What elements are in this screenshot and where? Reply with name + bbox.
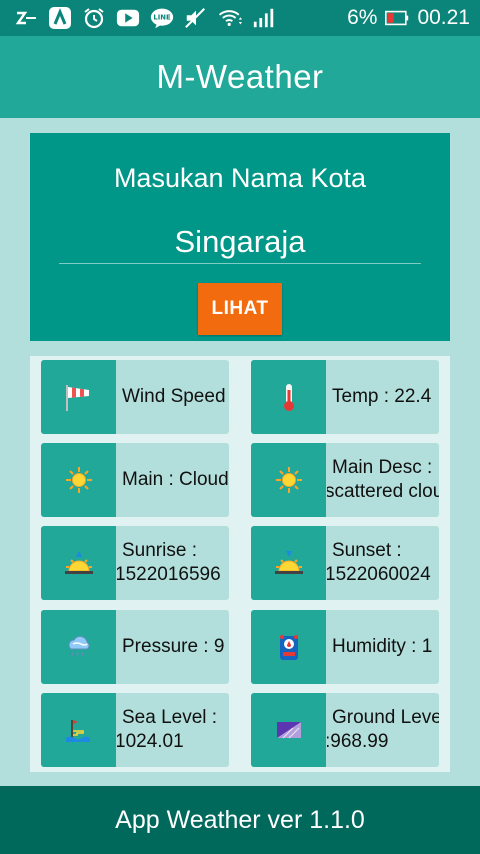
pressure-text: Pressure : 9 bbox=[122, 636, 225, 657]
sea-level-value: 1024.01 bbox=[117, 731, 184, 752]
ground-level-value: :968.99 bbox=[327, 731, 389, 752]
main-desc-label: Main Desc : bbox=[332, 457, 433, 478]
ground-level-label: Ground Level bbox=[332, 707, 439, 728]
card-humidity: Humidity : 1 bbox=[251, 610, 439, 684]
search-panel: Masukan Nama Kota LIHAT bbox=[30, 133, 450, 341]
status-bar: LINE 6% 00.21 bbox=[0, 0, 480, 36]
signal-icon bbox=[252, 6, 276, 30]
wind-speed-text: Wind Speed : bbox=[122, 386, 229, 407]
battery-icon bbox=[385, 6, 409, 30]
temp-text: Temp : 22.4 bbox=[332, 386, 432, 407]
card-pressure: Pressure : 9 bbox=[41, 610, 229, 684]
thermometer-icon bbox=[251, 360, 326, 434]
app-title: M-Weather bbox=[156, 58, 324, 95]
city-prompt: Masukan Nama Kota bbox=[113, 163, 367, 193]
sunset-label: Sunset : bbox=[332, 540, 402, 561]
card-temp: Temp : 22.4 bbox=[251, 360, 439, 434]
card-wind-speed: Wind Speed : bbox=[41, 360, 229, 434]
sea-level-label: Sea Level : bbox=[122, 707, 218, 728]
humidity-icon bbox=[251, 610, 326, 684]
sunrise-icon bbox=[41, 526, 116, 600]
svg-text:LINE: LINE bbox=[153, 14, 171, 22]
sea-level-icon bbox=[41, 693, 116, 767]
sunrise-label: Sunrise : bbox=[122, 540, 197, 561]
main-text: Main : Clouds bbox=[122, 469, 229, 490]
lihat-button[interactable]: LIHAT bbox=[198, 283, 282, 335]
card-ground-level: Ground Level :968.99 bbox=[251, 693, 439, 767]
alarm-icon bbox=[82, 6, 106, 30]
card-main: Main : Clouds bbox=[41, 443, 229, 517]
footer: App Weather ver 1.1.0 bbox=[0, 786, 480, 854]
youtube-icon bbox=[116, 6, 140, 30]
app-bar: M-Weather bbox=[0, 36, 480, 118]
clock: 00.21 bbox=[417, 6, 470, 29]
card-sea-level: Sea Level : 1024.01 bbox=[41, 693, 229, 767]
pressure-icon bbox=[41, 610, 116, 684]
nav-icon bbox=[48, 6, 72, 30]
mute-icon bbox=[184, 6, 208, 30]
sunrise-value: 1522016596 bbox=[117, 564, 221, 585]
sun-icon bbox=[251, 443, 326, 517]
weather-grid: Wind Speed : Temp : 22.4 Main : Clouds M… bbox=[30, 356, 450, 772]
card-sunrise: Sunrise : 1522016596 bbox=[41, 526, 229, 600]
version-text: App Weather ver 1.1.0 bbox=[115, 805, 365, 834]
main-desc-value: scattered clouds bbox=[327, 481, 439, 502]
sunset-value: 1522060024 bbox=[327, 564, 431, 585]
card-main-desc: Main Desc : scattered clouds bbox=[251, 443, 439, 517]
zap-icon bbox=[14, 6, 38, 30]
ground-level-icon bbox=[251, 693, 326, 767]
line-icon: LINE bbox=[150, 6, 174, 30]
battery-percent: 6% bbox=[347, 6, 378, 29]
sunset-icon bbox=[251, 526, 326, 600]
card-sunset: Sunset : 1522060024 bbox=[251, 526, 439, 600]
windsock-icon bbox=[41, 360, 116, 434]
humidity-text: Humidity : 1 bbox=[332, 636, 433, 657]
sun-icon bbox=[41, 443, 116, 517]
wifi-icon bbox=[218, 6, 242, 30]
city-input[interactable] bbox=[59, 221, 421, 264]
